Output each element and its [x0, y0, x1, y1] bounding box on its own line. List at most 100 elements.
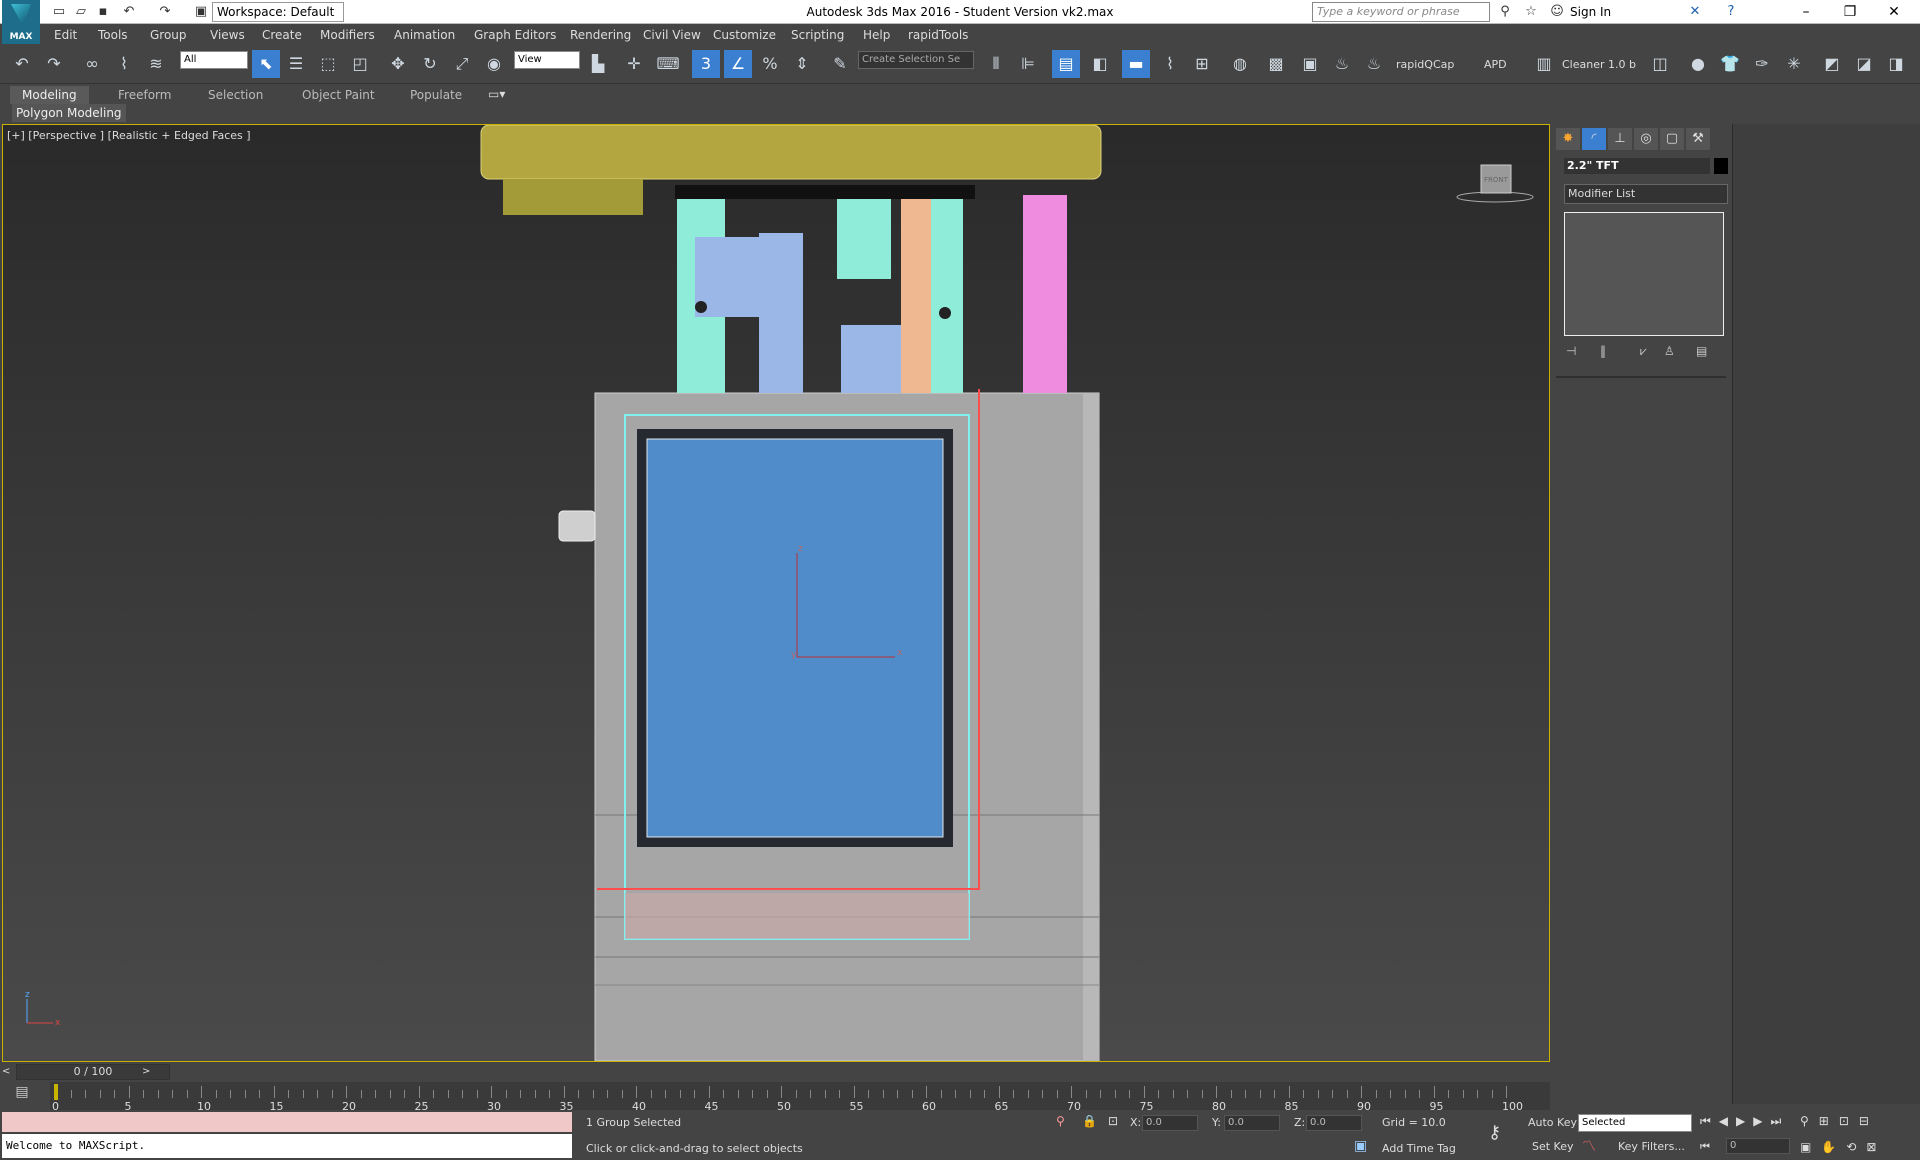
place-icon[interactable]: ◉: [480, 50, 508, 78]
particle-icon[interactable]: ✳: [1780, 50, 1808, 78]
menu-animation[interactable]: Animation: [394, 24, 455, 46]
menu-scripting[interactable]: Scripting: [791, 24, 844, 46]
modify-tab-icon[interactable]: ◜: [1582, 128, 1606, 150]
cleaner-label[interactable]: Cleaner 1.0 b: [1562, 58, 1636, 71]
exchange-icon[interactable]: ✕: [1686, 3, 1704, 21]
auto-key-button[interactable]: Auto Key: [1528, 1116, 1577, 1129]
playback-controls[interactable]: ⏮◀▶▶⏭: [1700, 1114, 1789, 1129]
show-end-result-icon[interactable]: ‖: [1600, 344, 1606, 358]
configure-sets-icon[interactable]: ▤: [1696, 344, 1707, 358]
percent-snap-icon[interactable]: %: [756, 50, 784, 78]
x-coordinate-field[interactable]: 0.0: [1142, 1115, 1198, 1131]
apd-label[interactable]: APD: [1484, 58, 1507, 71]
material-editor-icon[interactable]: ◍: [1226, 50, 1254, 78]
pin-stack-icon[interactable]: ⊣: [1566, 344, 1576, 358]
make-unique-icon[interactable]: ⩗: [1640, 344, 1647, 359]
move-icon[interactable]: ✥: [384, 50, 412, 78]
snap-toggle-icon[interactable]: 3: [692, 50, 720, 78]
tab-selection[interactable]: Selection: [196, 86, 275, 104]
workspace-dropdown[interactable]: Workspace: Default: [212, 2, 344, 22]
sphere-icon[interactable]: ●: [1684, 50, 1712, 78]
tab-populate[interactable]: Populate: [398, 86, 474, 104]
edit-named-selection-icon[interactable]: ✎: [826, 50, 854, 78]
tab-object-paint[interactable]: Object Paint: [290, 86, 387, 104]
paint-icon[interactable]: ✑: [1748, 50, 1776, 78]
menu-help[interactable]: Help: [863, 24, 890, 46]
select-by-name-icon[interactable]: ☰: [282, 50, 310, 78]
minimize-icon[interactable]: –: [1786, 0, 1826, 24]
menu-create[interactable]: Create: [262, 24, 302, 46]
tool-c-icon[interactable]: ◨: [1882, 50, 1910, 78]
binoculars-icon[interactable]: ⚲: [1496, 3, 1514, 21]
help-icon[interactable]: ?: [1722, 3, 1740, 21]
create-tab-icon[interactable]: ✸: [1556, 128, 1580, 150]
tool-b-icon[interactable]: ◪: [1850, 50, 1878, 78]
unlink-icon[interactable]: ⌇: [110, 50, 138, 78]
menu-views[interactable]: Views: [210, 24, 245, 46]
remove-modifier-icon[interactable]: ♙: [1664, 344, 1675, 358]
restore-icon[interactable]: ❐: [1830, 0, 1870, 24]
current-time-marker[interactable]: [54, 1084, 58, 1100]
save-icon[interactable]: ▪: [94, 3, 112, 21]
menu-graph-editors[interactable]: Graph Editors: [474, 24, 556, 46]
object-name-field[interactable]: 2.2" TFT: [1564, 158, 1710, 174]
project-folder-icon[interactable]: ▣: [192, 3, 210, 21]
display-tab-icon[interactable]: ▢: [1660, 128, 1684, 150]
polygon-modeling-panel[interactable]: Polygon Modeling: [12, 104, 126, 122]
next-frame-icon[interactable]: >: [142, 1064, 156, 1080]
menu-tools[interactable]: Tools: [98, 24, 128, 46]
set-key-button[interactable]: Set Key: [1532, 1140, 1574, 1153]
tab-modeling[interactable]: Modeling: [10, 86, 89, 104]
bind-space-warp-icon[interactable]: ≋: [142, 50, 170, 78]
open-file-icon[interactable]: ▱: [72, 3, 90, 21]
angle-snap-icon[interactable]: ∠: [724, 50, 752, 78]
maxscript-output[interactable]: Welcome to MAXScript.: [2, 1134, 572, 1158]
undo-icon[interactable]: ↶: [120, 3, 138, 21]
layer-explorer-icon[interactable]: ◧: [1086, 50, 1114, 78]
track-bar[interactable]: 0 5 10 15 20 25 30 35 40 45 50 55 60 65 70 75 80 85 90 95 10…: [50, 1082, 1550, 1113]
redo-icon[interactable]: ↷: [156, 3, 174, 21]
pivot-center-icon[interactable]: ▙: [584, 50, 612, 78]
z-coordinate-field[interactable]: 0.0: [1306, 1115, 1362, 1131]
window-crossing-icon[interactable]: ◰: [346, 50, 374, 78]
named-selection-dropdown[interactable]: Create Selection Se: [858, 51, 974, 69]
app-logo[interactable]: MAX: [2, 0, 40, 44]
time-tag-icon[interactable]: ▣: [1354, 1138, 1367, 1154]
absolute-mode-icon[interactable]: ⊡: [1108, 1114, 1118, 1128]
rendered-frame-icon[interactable]: ▣: [1296, 50, 1324, 78]
containers-icon[interactable]: ◫: [1646, 50, 1674, 78]
rapidqcap-label[interactable]: rapidQCap: [1396, 58, 1454, 71]
spinner-snap-icon[interactable]: ⇕: [788, 50, 816, 78]
cleaner-icon[interactable]: ▥: [1530, 50, 1558, 78]
schematic-view-icon[interactable]: ⊞: [1188, 50, 1216, 78]
menu-rendering[interactable]: Rendering: [570, 24, 631, 46]
modifier-stack[interactable]: [1564, 212, 1724, 336]
link-icon[interactable]: ∞: [78, 50, 106, 78]
current-frame-field[interactable]: 0: [1726, 1138, 1790, 1154]
curve-editor-icon[interactable]: ⌇: [1156, 50, 1184, 78]
ribbon-toggle-icon[interactable]: ▬: [1122, 50, 1150, 78]
hierarchy-tab-icon[interactable]: ⊥: [1608, 128, 1632, 150]
rect-selection-icon[interactable]: ⬚: [314, 50, 342, 78]
prev-frame-icon[interactable]: <: [2, 1064, 16, 1080]
render-iterative-icon[interactable]: ♨: [1360, 50, 1388, 78]
zoom-controls[interactable]: ⚲⊞⊡⊟: [1800, 1114, 1879, 1128]
star-icon[interactable]: ☆: [1522, 3, 1540, 21]
menu-rapidtools[interactable]: rapidTools: [908, 24, 968, 46]
isolate-icon[interactable]: ⚲: [1056, 1114, 1065, 1128]
ribbon-options-icon[interactable]: ▭▾: [488, 87, 505, 101]
modifier-list-dropdown[interactable]: Modifier List: [1564, 184, 1728, 204]
render-setup-icon[interactable]: ▩: [1262, 50, 1290, 78]
menu-edit[interactable]: Edit: [54, 24, 77, 46]
perspective-viewport[interactable]: [+] [Perspective ] [Realistic + Edged Fa…: [2, 124, 1550, 1062]
utilities-tab-icon[interactable]: ⚒: [1686, 128, 1710, 150]
select-object-icon[interactable]: ⬉: [252, 50, 280, 78]
key-curve-icon[interactable]: 〽: [1582, 1136, 1596, 1156]
nav-controls[interactable]: ▣✋⟲⊠: [1800, 1140, 1886, 1154]
y-coordinate-field[interactable]: 0.0: [1224, 1115, 1280, 1131]
new-file-icon[interactable]: ▭: [50, 3, 68, 21]
manipulate-icon[interactable]: ✛: [620, 50, 648, 78]
align-icon[interactable]: ⊫: [1014, 50, 1042, 78]
key-mode-dropdown[interactable]: Selected: [1578, 1114, 1692, 1132]
menu-civil-view[interactable]: Civil View: [643, 24, 701, 46]
